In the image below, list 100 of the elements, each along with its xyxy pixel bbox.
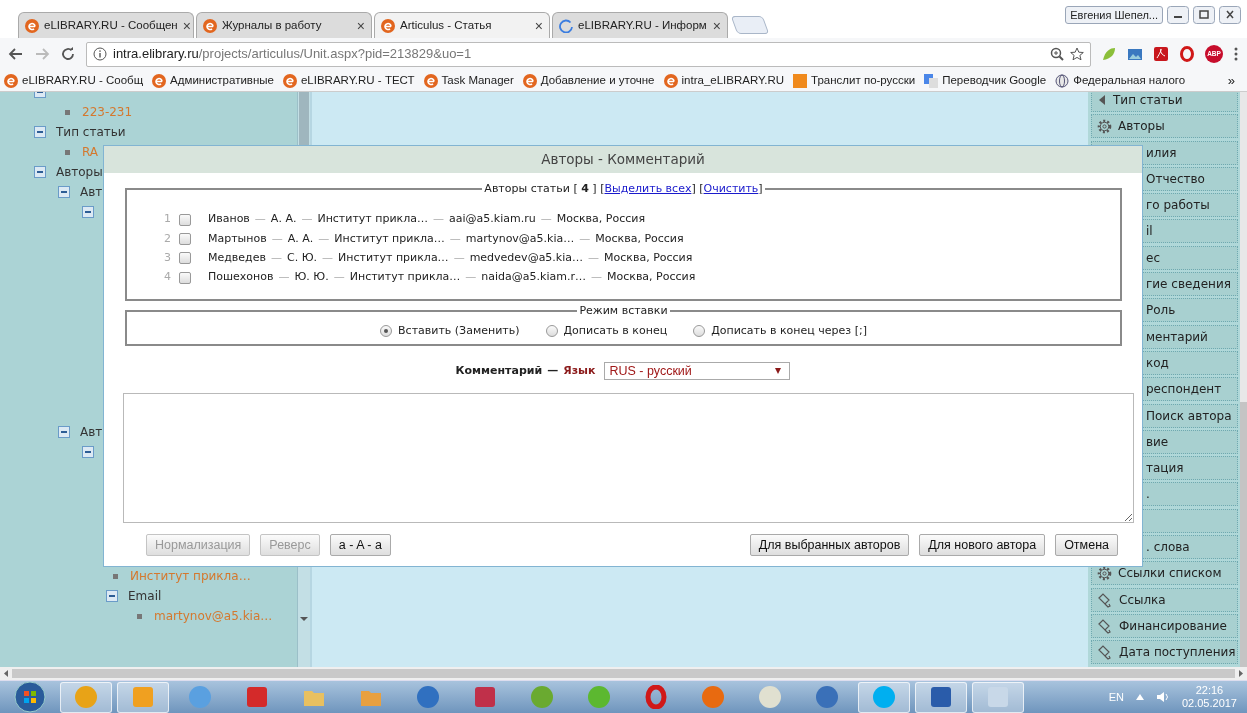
collapse-icon[interactable] (34, 126, 46, 138)
separator: — (453, 250, 465, 266)
author-field: Москва, Россия (595, 230, 684, 248)
tray-arrow-icon[interactable] (1135, 694, 1144, 700)
author-field: С. Ю. (287, 250, 318, 267)
logo-icon (25, 18, 39, 33)
radio-option[interactable]: Вставить (Заменить) (380, 323, 520, 340)
profile-button[interactable]: Евгения Шепел... (1065, 6, 1163, 24)
scrollbar[interactable] (0, 667, 1247, 680)
tree-node-label[interactable]: Тип статьи (56, 123, 126, 141)
row-number: 2 (163, 230, 171, 247)
close-tab-button[interactable]: × (356, 18, 365, 33)
loading-icon (559, 18, 573, 33)
author-field: Москва, Россия (556, 211, 645, 228)
tree-node-label[interactable]: Авторы (56, 163, 103, 181)
checkbox[interactable] (179, 271, 191, 284)
collapse-icon[interactable] (106, 590, 118, 602)
address-field[interactable]: intra.elibrary.ru/projects/articulus/Unit.aspx?pid=213829&uo=1 (86, 41, 1091, 67)
app-icon[interactable] (245, 685, 269, 709)
browser-tab[interactable]: Articulus - Статья × (374, 12, 550, 38)
side-menu-item[interactable]: Авторы (1091, 114, 1238, 139)
collapse-icon[interactable] (82, 206, 94, 218)
close-tab-button[interactable]: × (534, 18, 543, 33)
logo-icon (152, 73, 167, 88)
close-tab-button[interactable]: × (182, 18, 191, 33)
zoom-icon[interactable] (1050, 47, 1064, 61)
bookmark-link[interactable]: Task Manager (423, 71, 514, 90)
comment-field[interactable] (123, 393, 1134, 523)
row-number: 3 (163, 250, 171, 266)
browser-tab[interactable]: eLIBRARY.RU - Сообщен × (18, 12, 194, 38)
dialog-button[interactable]: Отмена (1055, 534, 1118, 556)
tree-node-label[interactable]: Авт (80, 183, 103, 201)
bookmark-link[interactable]: Переводчик Google (924, 71, 1047, 90)
browser-tab[interactable]: eLIBRARY.RU - Информ × (552, 12, 728, 38)
more-bookmarks-button[interactable]: » (1227, 70, 1243, 91)
radio-option[interactable]: Дописать в конец через [;] (693, 323, 867, 340)
collapse-icon[interactable] (34, 166, 46, 178)
gear-icon (1097, 565, 1112, 581)
collapse-icon[interactable] (58, 426, 70, 438)
close-tab-button[interactable]: × (712, 18, 721, 33)
checkbox[interactable] (179, 232, 191, 245)
bookmark-link[interactable]: Добавление и уточне (522, 71, 655, 90)
collapse-icon[interactable] (58, 186, 70, 198)
speaker-icon[interactable] (1155, 690, 1170, 704)
app-icon[interactable] (416, 685, 440, 709)
minimize-icon[interactable] (1167, 6, 1189, 24)
ring-icon[interactable] (1179, 46, 1195, 62)
side-menu-item[interactable]: Ссылка (1091, 587, 1238, 612)
pdf-icon[interactable] (1153, 46, 1169, 62)
dialog-button[interactable]: Для выбранных авторов (749, 534, 910, 556)
side-menu-item[interactable]: Финансирование (1091, 613, 1238, 638)
picture-icon[interactable] (1127, 46, 1143, 62)
language-select[interactable]: RUS - русский (604, 362, 791, 380)
checkbox[interactable] (179, 252, 191, 265)
author-field: martynov@a5.kia… (465, 230, 575, 248)
bookmark-link[interactable]: Транслит по-русски (793, 71, 916, 90)
tag-icon (1097, 617, 1113, 634)
side-menu-item[interactable]: Дата поступления (1091, 640, 1238, 665)
side-menu-item[interactable]: Тип статьи (1091, 92, 1238, 112)
separator: — (590, 269, 602, 286)
app-icon[interactable] (644, 685, 668, 709)
logo-icon (663, 73, 678, 88)
collapse-icon[interactable] (82, 446, 94, 458)
close-icon[interactable] (1219, 6, 1241, 24)
author-field: Москва, Россия (606, 269, 696, 286)
logo-icon (282, 73, 297, 88)
side-menu-item[interactable]: Ссылки списком (1091, 561, 1238, 586)
star-icon[interactable] (1070, 47, 1084, 61)
tree-node-label[interactable]: Email (128, 587, 162, 605)
back-icon[interactable] (8, 46, 24, 62)
link[interactable]: Выделить всех (604, 182, 692, 195)
app-icon[interactable] (815, 685, 839, 709)
bookmark-link[interactable]: intra_eLIBRARY.RU (663, 71, 785, 90)
start-button-icon[interactable] (14, 681, 46, 713)
author-field: Медведев (208, 250, 266, 267)
tree-leaf-value: 223-231 (82, 104, 133, 121)
bookmark-link[interactable]: Административные (152, 71, 274, 90)
app-icon[interactable] (758, 685, 782, 709)
tree-node-label[interactable]: Авт (80, 423, 103, 441)
bullet-icon (65, 149, 70, 155)
leaf-icon[interactable] (1101, 46, 1117, 62)
browser-tab[interactable]: Журналы в работу × (196, 12, 372, 38)
app-icon[interactable] (473, 685, 497, 709)
row-number: 1 (163, 211, 171, 228)
dialog-button[interactable]: Для нового автора (919, 534, 1046, 556)
app-icon[interactable] (929, 685, 953, 709)
forward-icon[interactable] (34, 46, 50, 62)
radio-option[interactable]: Дописать в конец (545, 323, 668, 340)
bookmark-link[interactable]: eLIBRARY.RU - Сообщ (4, 71, 144, 90)
bookmark-link[interactable]: Федеральная налого (1055, 71, 1186, 90)
link[interactable]: Очистить (703, 182, 759, 195)
menu-icon[interactable] (1233, 46, 1239, 62)
bookmark-link[interactable]: eLIBRARY.RU - ТЕСТ (282, 71, 415, 90)
checkbox[interactable] (179, 213, 191, 226)
dialog-button[interactable]: a - A - a (329, 534, 391, 556)
reload-icon[interactable] (60, 46, 76, 62)
maximize-icon[interactable] (1193, 6, 1215, 24)
scrollbar[interactable] (1240, 92, 1247, 667)
triangle-icon (1097, 94, 1107, 106)
new-tab-button[interactable] (730, 16, 770, 34)
